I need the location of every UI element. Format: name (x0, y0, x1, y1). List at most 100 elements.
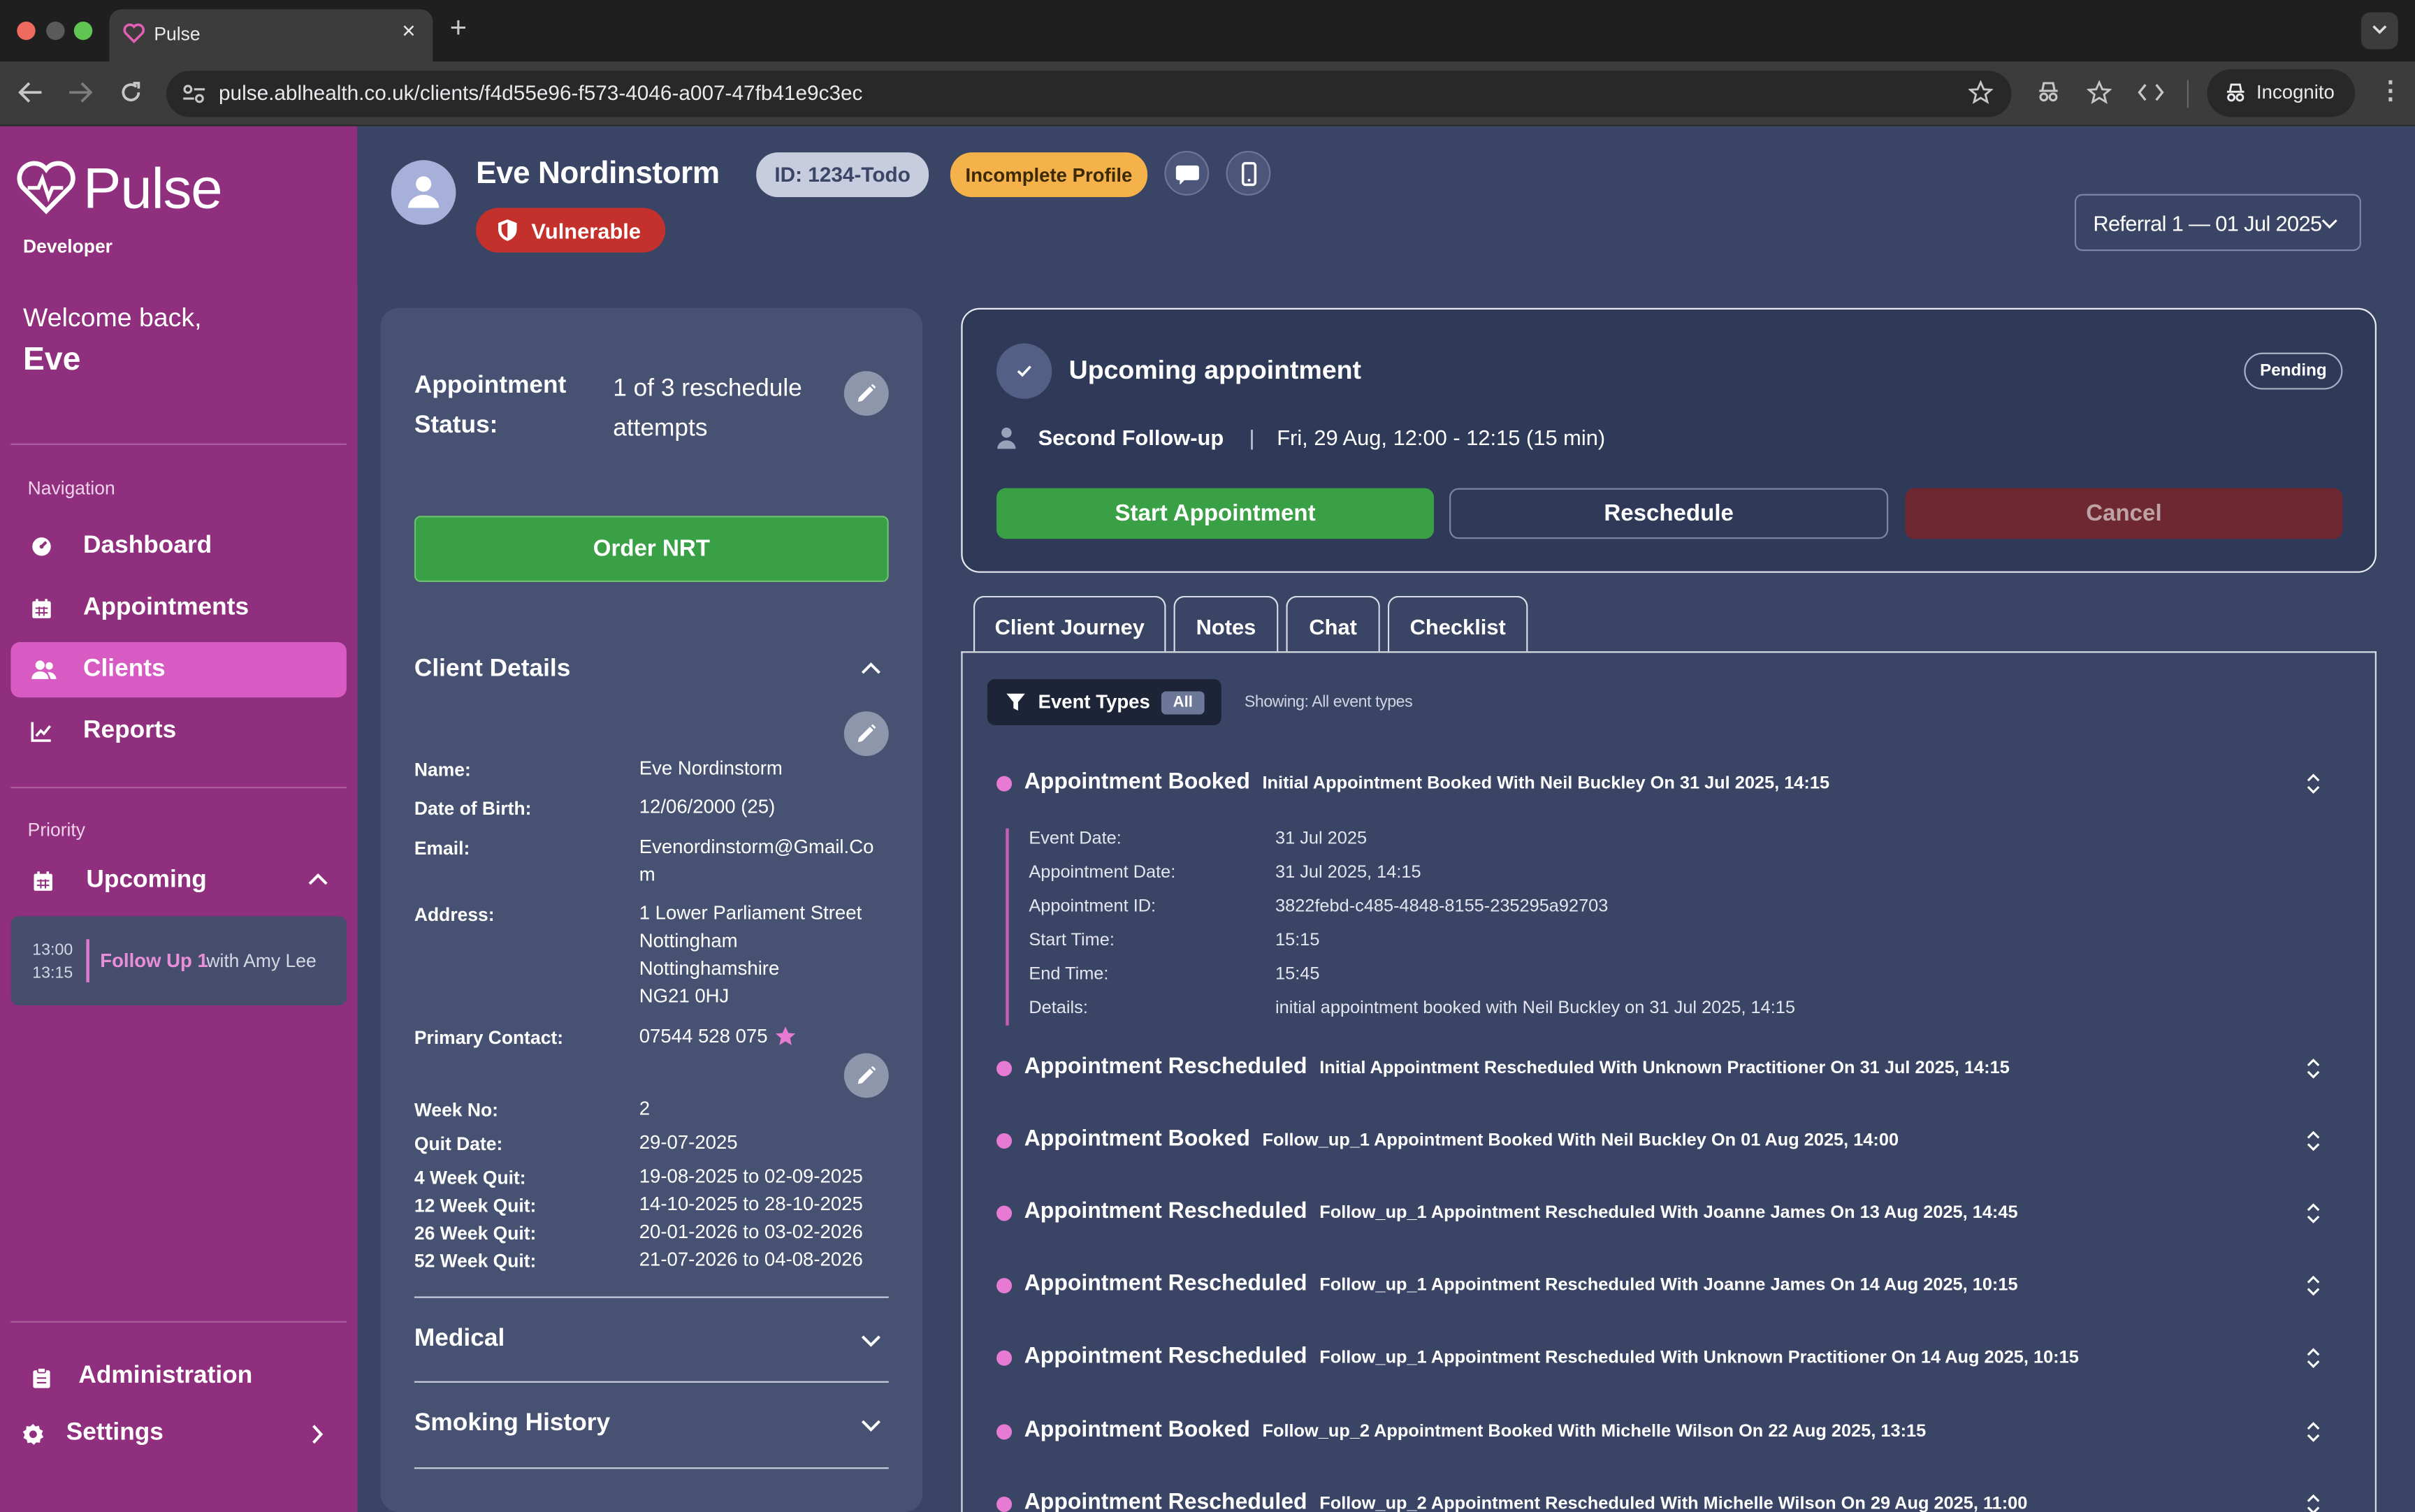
primary-contact-value: 07544 528 075 (639, 1025, 768, 1047)
smoking-history-toggle[interactable]: Smoking History (414, 1404, 889, 1451)
site-settings-icon[interactable] (182, 83, 206, 105)
detail-label: End Time: (1029, 965, 1109, 984)
address-line-2: Nottingham (639, 930, 738, 952)
vulnerable-badge[interactable]: Vulnerable (476, 208, 666, 253)
forward-arrow-icon[interactable] (68, 82, 93, 103)
browser-toolbar: pulse.ablhealth.co.uk/clients/f4d55e96-f… (0, 61, 2415, 126)
edit-quit-details-button[interactable] (843, 1053, 889, 1098)
favorites-icon[interactable] (2087, 80, 2112, 105)
event-bullet-icon (996, 1496, 1013, 1512)
address-line-1: 1 Lower Parliament Street (639, 902, 862, 924)
event-types-label: Event Types (1038, 691, 1150, 713)
sidebar-item-appointments[interactable]: Appointments (10, 581, 346, 636)
tab-chat[interactable]: Chat (1286, 595, 1380, 655)
chevron-right-icon[interactable] (311, 1424, 324, 1444)
devtools-code-icon[interactable] (2138, 82, 2164, 103)
expand-collapse-icon[interactable] (2306, 773, 2321, 794)
referral-select[interactable]: Referral 1 — 01 Jul 2025 (2074, 194, 2361, 252)
order-nrt-button[interactable]: Order NRT (414, 516, 889, 582)
event-types-filter[interactable]: Event Types All (987, 678, 1221, 725)
event-description: Follow_up_2 Appointment Booked With Mich… (1262, 1423, 1927, 1441)
chevron-up-icon[interactable] (308, 873, 328, 885)
sidebar-item-settings[interactable]: Settings (10, 1409, 346, 1458)
close-tab-icon[interactable]: × (402, 18, 415, 44)
address-line-3: Nottinghamshire (639, 957, 780, 980)
sidebar-item-label: Reports (83, 717, 177, 744)
journey-event[interactable]: Appointment Rescheduled Follow_up_2 Appoi… (963, 1490, 2375, 1512)
pulse-logo-icon (15, 160, 77, 215)
expand-collapse-icon[interactable] (2306, 1421, 2321, 1443)
toolbar-divider (2186, 80, 2189, 108)
upcoming-toggle[interactable]: Upcoming (10, 853, 346, 908)
client-name: Eve Nordinstorm (476, 157, 720, 191)
incognito-profile-button[interactable]: Incognito (2207, 69, 2356, 117)
detail-value: 15:15 (1275, 931, 1320, 950)
sidebar-divider (10, 787, 347, 789)
maximize-window-dot[interactable] (73, 21, 93, 41)
expand-collapse-icon[interactable] (2306, 1275, 2321, 1297)
expanded-detail-bar (1006, 828, 1009, 1026)
bookmark-star-icon[interactable] (1968, 80, 1994, 105)
dob-label: Date of Birth: (414, 797, 532, 820)
tab-search-button[interactable] (2360, 12, 2398, 50)
sidebar-item-administration[interactable]: Administration (10, 1352, 346, 1402)
smoking-history-title: Smoking History (414, 1410, 611, 1437)
back-arrow-icon[interactable] (18, 82, 43, 103)
referral-select-value: Referral 1 — 01 Jul 2025 (2093, 210, 2322, 236)
chevron-up-icon (861, 662, 881, 675)
expand-collapse-icon[interactable] (2306, 1494, 2321, 1512)
tab-client-journey[interactable]: Client Journey (973, 595, 1166, 656)
event-type: Appointment Rescheduled (1024, 1054, 1307, 1080)
edit-client-details-button[interactable] (843, 711, 889, 757)
journey-event[interactable]: Appointment Booked Initial Appointment Bo… (963, 770, 2375, 857)
upcoming-appointment-card[interactable]: 13:00 13:15 Follow Up 1 with Amy Lee (10, 916, 347, 1006)
reload-icon[interactable] (119, 80, 143, 105)
shield-icon (498, 219, 518, 242)
edit-status-button[interactable] (843, 371, 889, 416)
new-tab-icon[interactable]: + (450, 13, 467, 46)
event-bullet-icon (996, 1133, 1013, 1149)
week52-quit-label: 52 Week Quit: (414, 1250, 537, 1272)
expand-collapse-icon[interactable] (2306, 1131, 2321, 1152)
incognito-icon (2224, 83, 2247, 103)
incognito-extension-icon[interactable] (2036, 82, 2061, 103)
tab-checklist[interactable]: Checklist (1387, 595, 1528, 655)
url-text[interactable]: pulse.ablhealth.co.uk/clients/f4d55e96-f… (219, 82, 862, 105)
name-value: Eve Nordinstorm (639, 757, 783, 780)
email-value-line-2: m (639, 864, 655, 886)
phone-button[interactable] (1226, 150, 1271, 196)
detail-label: Appointment ID: (1029, 897, 1156, 917)
tab-notes[interactable]: Notes (1173, 595, 1279, 655)
browser-menu-icon[interactable]: ⋮ (2378, 75, 2402, 106)
brand-name: Pulse (83, 157, 223, 221)
sidebar-item-label: Clients (83, 655, 166, 683)
browser-tab-strip: Pulse × + (0, 0, 2415, 62)
medical-toggle[interactable]: Medical (414, 1318, 889, 1364)
calendar-icon (32, 870, 54, 892)
expand-collapse-icon[interactable] (2306, 1202, 2321, 1224)
minimize-window-dot[interactable] (46, 21, 65, 41)
event-type: Appointment Rescheduled (1024, 1344, 1307, 1369)
message-button[interactable] (1164, 150, 1210, 196)
sidebar-item-reports[interactable]: Reports (10, 704, 346, 759)
sidebar-item-clients[interactable]: Clients (10, 641, 347, 698)
expand-collapse-icon[interactable] (2306, 1347, 2321, 1369)
event-type: Appointment Rescheduled (1024, 1272, 1307, 1297)
client-details-title: Client Details (414, 655, 571, 683)
event-bullet-icon (996, 1424, 1013, 1440)
address-bar[interactable]: pulse.ablhealth.co.uk/clients/f4d55e96-f… (166, 71, 2012, 117)
sidebar-item-dashboard[interactable]: Dashboard (10, 519, 346, 574)
avatar[interactable] (391, 160, 456, 225)
close-window-dot[interactable] (17, 21, 36, 41)
event-type: Appointment Rescheduled (1024, 1199, 1307, 1224)
browser-tab[interactable]: Pulse × (109, 9, 433, 62)
pencil-icon (856, 724, 876, 744)
users-icon (31, 659, 57, 681)
week4-quit-value: 19-08-2025 to 02-09-2025 (639, 1165, 863, 1188)
incomplete-profile-badge[interactable]: Incomplete Profile (950, 152, 1148, 198)
client-details-toggle[interactable]: Client Details (414, 650, 889, 687)
dashboard-icon (31, 536, 52, 558)
user-role: Developer (23, 235, 113, 258)
appointment-status-label-1: Appointment (414, 372, 567, 399)
expand-collapse-icon[interactable] (2306, 1058, 2321, 1080)
